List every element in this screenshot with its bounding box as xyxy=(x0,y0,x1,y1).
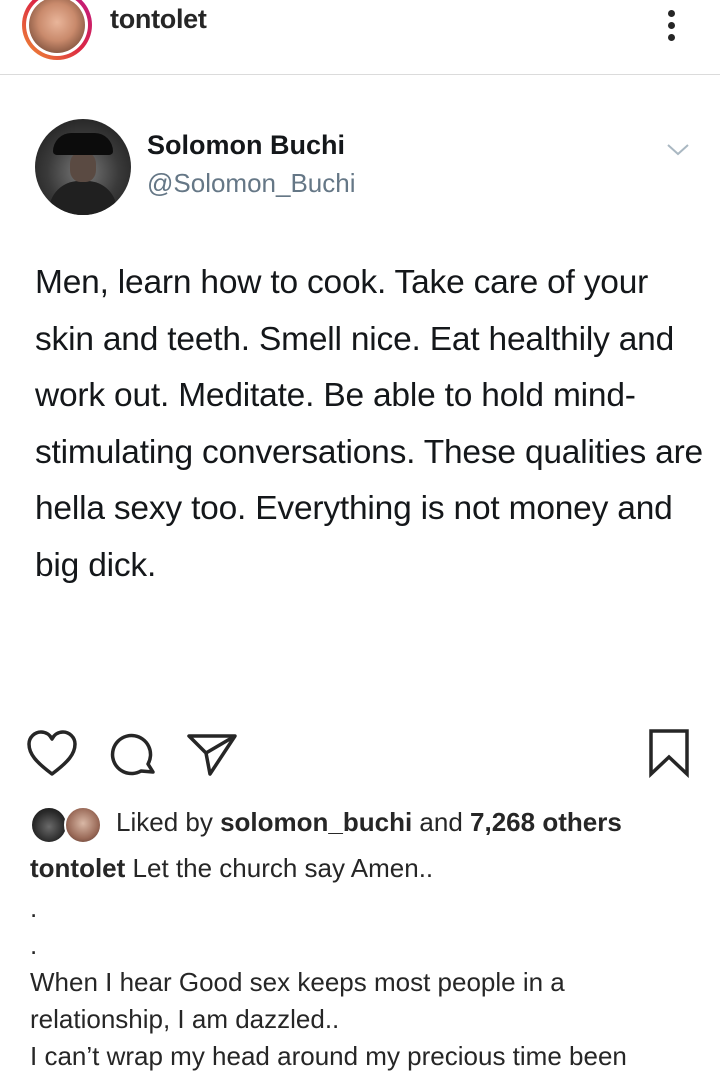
liker-avatar[interactable] xyxy=(64,806,102,844)
tweet-author-avatar xyxy=(35,119,131,215)
heart-icon[interactable] xyxy=(26,730,78,778)
paper-plane-icon[interactable] xyxy=(186,732,238,778)
avatar-ring xyxy=(26,0,88,56)
tweet-text: Men, learn how to cook. Take care of you… xyxy=(35,264,703,584)
profile-avatar[interactable] xyxy=(22,0,92,60)
more-options-icon[interactable] xyxy=(660,4,684,44)
chevron-down-icon xyxy=(667,144,689,156)
caption-username[interactable]: tontolet xyxy=(30,853,125,883)
caption-line: I can’t wrap my head around my precious … xyxy=(30,1041,627,1071)
comment-icon[interactable] xyxy=(108,730,158,780)
caption-line: . xyxy=(30,930,38,960)
post-image: Solomon Buchi @Solomon_Buchi Men, learn … xyxy=(0,75,720,715)
tweet-author-handle: @Solomon_Buchi xyxy=(147,168,356,198)
bookmark-icon[interactable] xyxy=(648,728,690,778)
caption-lines: . . When I hear Good sex keeps most peop… xyxy=(30,890,700,1075)
caption-text: Let the church say Amen.. xyxy=(125,853,434,883)
avatar-image xyxy=(29,0,85,53)
likes-summary[interactable]: Liked by solomon_buchi and 7,268 others xyxy=(116,807,622,838)
post-action-bar xyxy=(0,724,720,794)
tweet-author-name: Solomon Buchi xyxy=(147,130,345,160)
liker-avatar[interactable] xyxy=(30,806,68,844)
post-username[interactable]: tontolet xyxy=(110,4,207,35)
likes-prefix: Liked by xyxy=(116,807,221,837)
liker-username[interactable]: solomon_buchi xyxy=(220,807,412,837)
caption-line: When I hear Good sex keeps most people i… xyxy=(30,967,572,1034)
post-header: tontolet xyxy=(0,0,720,75)
likes-middle: and xyxy=(412,807,471,837)
caption: tontolet Let the church say Amen.. xyxy=(30,850,700,887)
caption-line: . xyxy=(30,893,38,923)
likes-row: Liked by solomon_buchi and 7,268 others xyxy=(30,804,710,844)
likes-count[interactable]: 7,268 others xyxy=(470,807,622,837)
